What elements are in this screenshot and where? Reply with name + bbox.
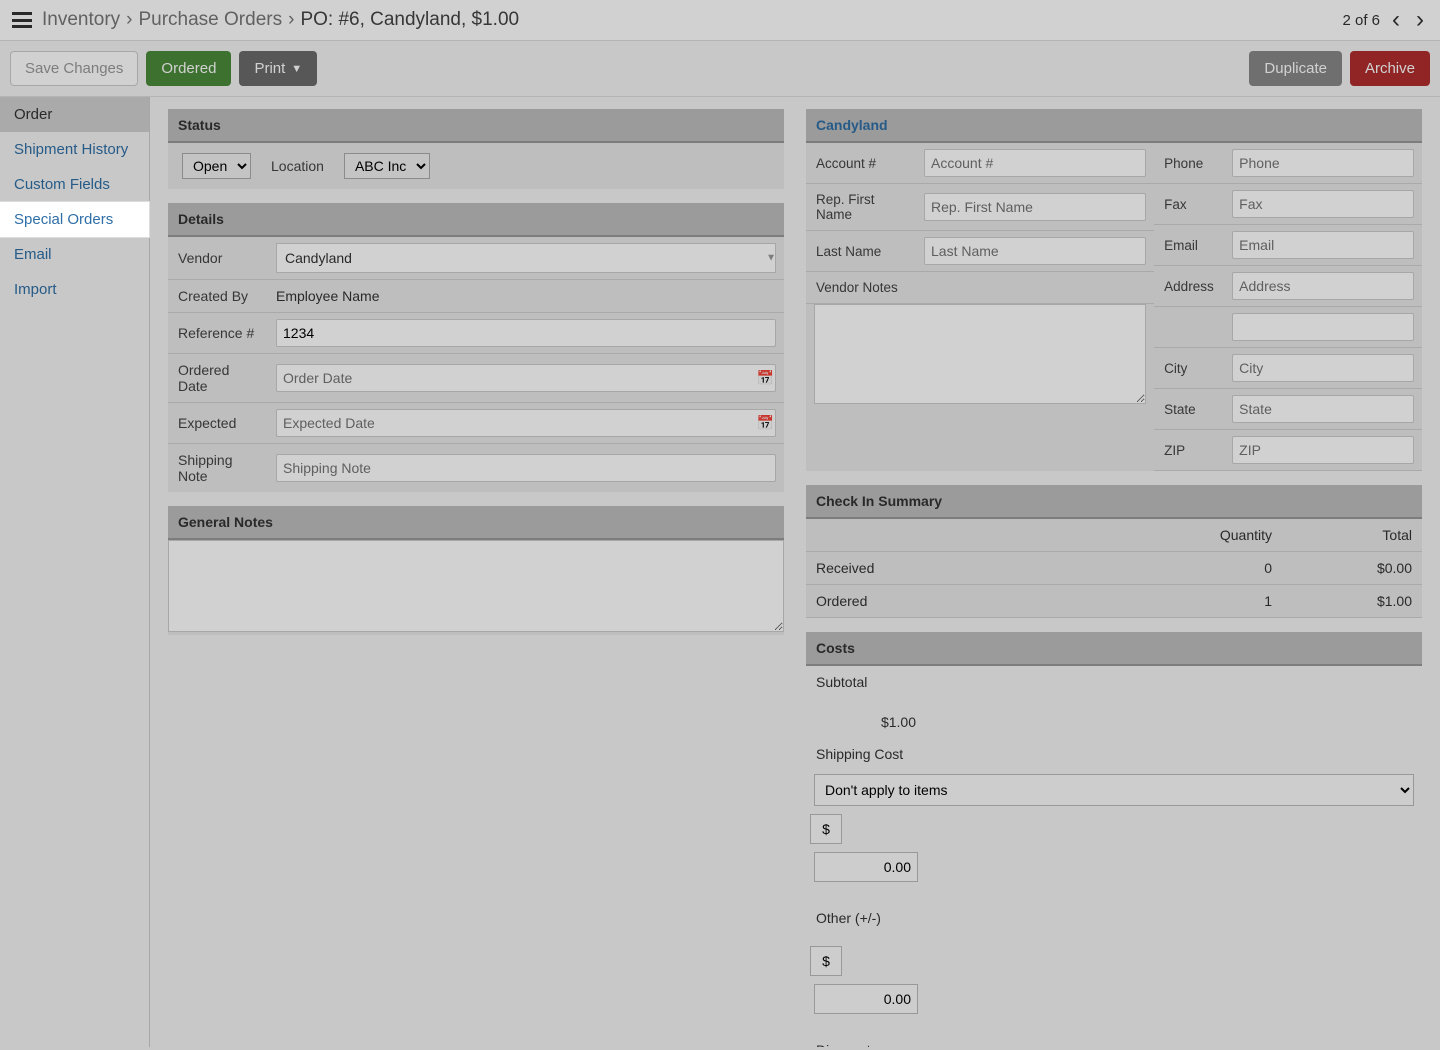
print-label: Print (254, 60, 285, 77)
breadcrumb: Inventory › Purchase Orders › PO: #6, Ca… (42, 9, 1342, 31)
received-total: $0.00 (1282, 552, 1422, 584)
costs-panel: Costs Subtotal $1.00 Shipping Cost Don't… (806, 632, 1422, 1047)
duplicate-button[interactable]: Duplicate (1249, 51, 1342, 86)
account-label: Account # (806, 148, 916, 179)
breadcrumb-current: PO: #6, Candyland, $1.00 (300, 9, 519, 31)
shipping-currency[interactable] (810, 814, 842, 844)
subtotal-label: Subtotal (806, 666, 926, 698)
general-notes-panel: General Notes (168, 506, 784, 635)
lastname-input[interactable] (924, 237, 1146, 265)
ordered-date-label: Ordered Date (168, 354, 268, 402)
status-select[interactable]: Open (182, 153, 251, 179)
city-input[interactable] (1232, 354, 1414, 382)
chevron-right-icon: › (126, 9, 132, 31)
shipping-note-label: Shipping Note (168, 444, 268, 492)
sidebar-item-order[interactable]: Order (0, 97, 149, 132)
subtotal-value: $1.00 (806, 706, 926, 738)
top-bar: Inventory › Purchase Orders › PO: #6, Ca… (0, 0, 1440, 41)
sidebar-item-custom-fields[interactable]: Custom Fields (0, 167, 149, 202)
vendor-notes-label: Vendor Notes (806, 272, 916, 303)
reference-input[interactable] (276, 319, 776, 347)
menu-icon[interactable] (12, 12, 32, 28)
chevron-down-icon: ▼ (291, 63, 302, 75)
chevron-right-icon: › (288, 9, 294, 31)
state-label: State (1154, 394, 1224, 425)
vendor-panel: Candyland Account # Rep. First Name Last… (806, 109, 1422, 471)
zip-label: ZIP (1154, 435, 1224, 466)
repfn-input[interactable] (924, 193, 1146, 221)
shipping-amount[interactable] (814, 852, 918, 882)
action-bar: Save Changes Ordered Print ▼ Duplicate A… (0, 41, 1440, 97)
reference-label: Reference # (168, 317, 268, 349)
status-panel: Status Open Location ABC Inc (168, 109, 784, 189)
total-header: Total (1282, 519, 1422, 551)
details-header: Details (168, 203, 784, 237)
sidebar-item-shipment-history[interactable]: Shipment History (0, 132, 149, 167)
address2-input[interactable] (1232, 313, 1414, 341)
received-qty: 0 (1142, 552, 1282, 584)
email-input[interactable] (1232, 231, 1414, 259)
sidebar-item-email[interactable]: Email (0, 237, 149, 272)
print-button[interactable]: Print ▼ (239, 51, 317, 86)
costs-header: Costs (806, 632, 1422, 666)
account-input[interactable] (924, 149, 1146, 177)
phone-input[interactable] (1232, 149, 1414, 177)
general-notes-input[interactable] (168, 540, 784, 632)
received-label: Received (806, 552, 1142, 584)
pager-prev-icon[interactable]: ‹ (1388, 8, 1404, 32)
details-panel: Details Vendor Candyland ▼ Created By Em… (168, 203, 784, 492)
ordered-label: Ordered (806, 585, 1142, 617)
vendor-header-link[interactable]: Candyland (806, 109, 1422, 143)
checkin-panel: Check In Summary Quantity Total Received… (806, 485, 1422, 618)
shipping-note-input[interactable] (276, 454, 776, 482)
other-amount[interactable] (814, 984, 918, 1014)
discount-label: Discount (806, 1034, 926, 1047)
pager-text: 2 of 6 (1342, 12, 1380, 29)
address2-label (1154, 319, 1224, 335)
breadcrumb-l1[interactable]: Inventory (42, 9, 120, 31)
ordered-qty: 1 (1142, 585, 1282, 617)
checkin-header: Check In Summary (806, 485, 1422, 519)
status-header: Status (168, 109, 784, 143)
other-currency[interactable] (810, 946, 842, 976)
location-label: Location (271, 158, 324, 174)
general-notes-header: General Notes (168, 506, 784, 540)
createdby-label: Created By (168, 280, 268, 312)
ordered-button[interactable]: Ordered (146, 51, 231, 86)
ordered-total: $1.00 (1282, 585, 1422, 617)
pager-next-icon[interactable]: › (1412, 8, 1428, 32)
vendor-select[interactable]: Candyland (276, 243, 776, 273)
expected-label: Expected (168, 407, 268, 439)
city-label: City (1154, 353, 1224, 384)
save-button: Save Changes (10, 51, 138, 86)
other-label: Other (+/-) (806, 902, 926, 934)
sidebar-item-special-orders[interactable]: Special Orders (0, 202, 149, 237)
calendar-icon[interactable]: 📅 (757, 415, 774, 432)
archive-button[interactable]: Archive (1350, 51, 1430, 86)
email-label: Email (1154, 230, 1224, 261)
state-input[interactable] (1232, 395, 1414, 423)
zip-input[interactable] (1232, 436, 1414, 464)
repfn-label: Rep. First Name (806, 184, 916, 230)
breadcrumb-l2[interactable]: Purchase Orders (138, 9, 282, 31)
shipping-label: Shipping Cost (806, 738, 926, 770)
phone-label: Phone (1154, 148, 1224, 179)
calendar-icon[interactable]: 📅 (757, 370, 774, 387)
expected-input[interactable] (276, 409, 776, 437)
shipping-select[interactable]: Don't apply to items (814, 774, 1414, 806)
vendor-label: Vendor (168, 242, 268, 274)
sidebar: Order Shipment History Custom Fields Spe… (0, 97, 150, 1047)
createdby-value: Employee Name (276, 288, 380, 304)
qty-header: Quantity (1142, 519, 1282, 551)
fax-input[interactable] (1232, 190, 1414, 218)
ordered-date-input[interactable] (276, 364, 776, 392)
address-label: Address (1154, 271, 1224, 302)
fax-label: Fax (1154, 189, 1224, 220)
vendor-notes-input[interactable] (814, 304, 1146, 404)
lastname-label: Last Name (806, 236, 916, 267)
pager: 2 of 6 ‹ › (1342, 8, 1428, 32)
location-select[interactable]: ABC Inc (344, 153, 430, 179)
address-input[interactable] (1232, 272, 1414, 300)
sidebar-item-import[interactable]: Import (0, 272, 149, 307)
